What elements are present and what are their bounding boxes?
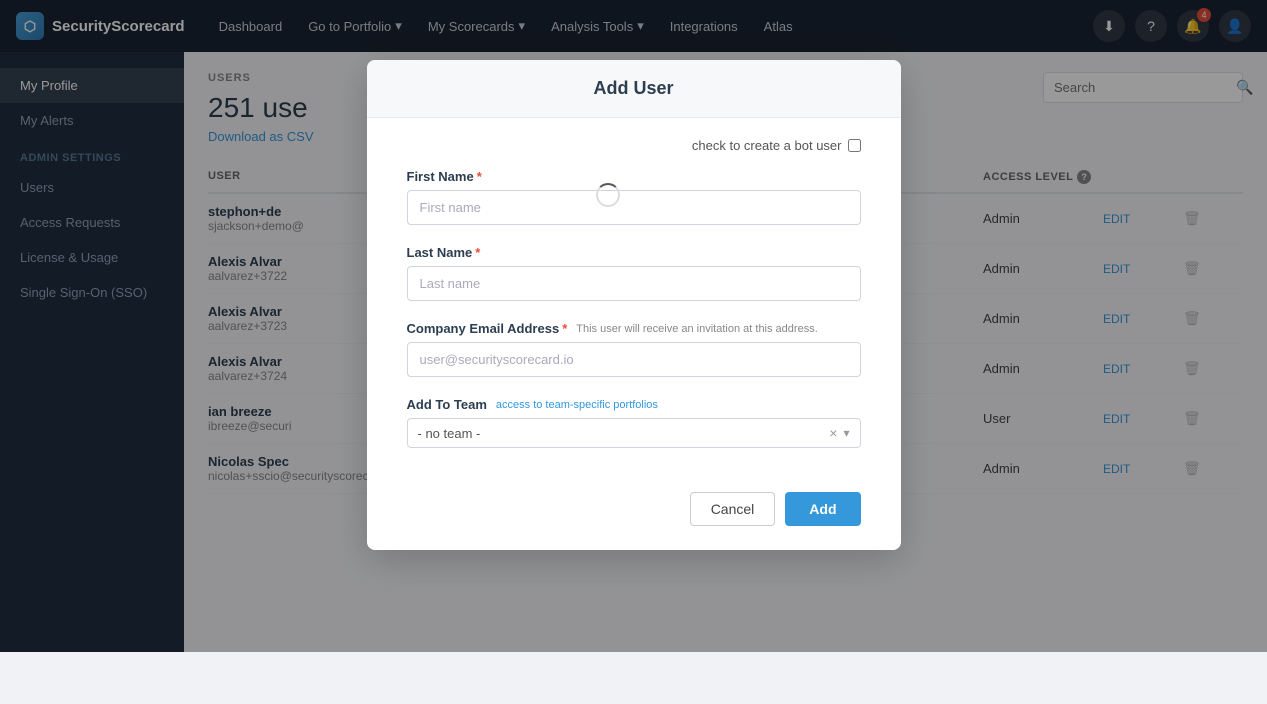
email-field-group: Company Email Address * This user will r…	[407, 321, 861, 377]
email-input[interactable]	[407, 342, 861, 377]
first-name-field-group: First Name *	[407, 169, 861, 225]
required-indicator: *	[477, 169, 482, 184]
first-name-label: First Name *	[407, 169, 861, 184]
email-label: Company Email Address * This user will r…	[407, 321, 861, 336]
team-field-group: Add To Team access to team-specific port…	[407, 397, 861, 448]
last-name-label: Last Name *	[407, 245, 861, 260]
add-user-modal: Add User check to create a bot user Firs…	[367, 60, 901, 550]
spinner-area	[596, 175, 620, 215]
add-button[interactable]: Add	[785, 492, 860, 526]
team-select[interactable]: - no team - × ▾	[407, 418, 861, 448]
modal-overlay: Add User check to create a bot user Firs…	[0, 0, 1267, 652]
last-name-field-group: Last Name *	[407, 245, 861, 301]
cancel-button[interactable]: Cancel	[690, 492, 776, 526]
bot-check-label: check to create a bot user	[692, 138, 842, 153]
required-indicator: *	[475, 245, 480, 260]
modal-footer: Cancel Add	[367, 492, 901, 550]
team-select-value: - no team -	[418, 426, 824, 441]
required-indicator: *	[562, 321, 567, 336]
email-hint: This user will receive an invitation at …	[576, 323, 818, 335]
loading-spinner	[596, 183, 620, 207]
first-name-input[interactable]	[407, 190, 861, 225]
team-hint: access to team-specific portfolios	[496, 399, 658, 411]
team-label: Add To Team access to team-specific port…	[407, 397, 861, 412]
modal-body: check to create a bot user First Name * …	[367, 118, 901, 492]
last-name-input[interactable]	[407, 266, 861, 301]
bot-user-checkbox[interactable]	[848, 139, 861, 152]
team-clear-button[interactable]: ×	[829, 425, 837, 441]
bot-check-row: check to create a bot user	[407, 138, 861, 153]
chevron-down-icon[interactable]: ▾	[843, 426, 849, 440]
modal-header: Add User	[367, 60, 901, 118]
modal-title: Add User	[391, 78, 877, 99]
